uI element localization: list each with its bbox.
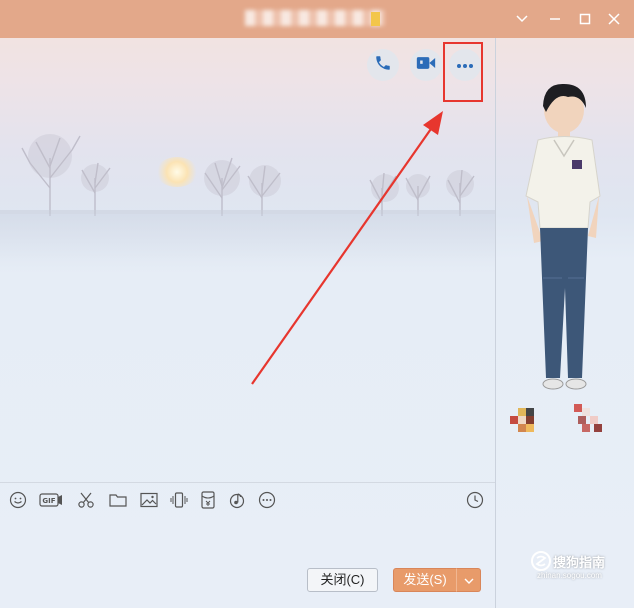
avatar-figure [510, 83, 602, 432]
clock-icon[interactable] [464, 489, 486, 511]
minimize-icon[interactable] [545, 9, 565, 29]
send-options-button[interactable] [456, 568, 481, 592]
image-icon[interactable] [138, 489, 160, 511]
close-button[interactable]: 关闭(C) [307, 568, 378, 592]
snow-field [0, 214, 495, 274]
video-camera-icon [416, 55, 436, 76]
title-bar[interactable] [0, 0, 634, 38]
maximize-icon[interactable] [575, 9, 595, 29]
close-icon[interactable] [604, 9, 624, 29]
watermark-text: 搜狗指南 [553, 555, 606, 570]
sogou-logo-icon [531, 551, 551, 571]
chat-background-scenery [0, 38, 495, 608]
input-toolbar: GIF [0, 485, 495, 515]
watermark-url: zhinan.sogou.com [537, 571, 602, 580]
phone-icon [374, 54, 392, 77]
red-packet-icon[interactable] [197, 489, 219, 511]
vibrate-icon[interactable] [168, 489, 190, 511]
gif-icon[interactable]: GIF [38, 489, 64, 511]
annotation-highlight-box [443, 42, 483, 102]
contact-name-blurred [245, 10, 385, 26]
input-divider [0, 482, 495, 483]
contact-badge [371, 12, 380, 26]
voice-call-button[interactable] [367, 49, 399, 81]
music-icon[interactable] [226, 489, 248, 511]
send-button[interactable]: 发送(S) [393, 568, 457, 592]
folder-icon[interactable] [107, 489, 129, 511]
more-circle-icon[interactable] [256, 489, 278, 511]
scissors-icon[interactable] [75, 489, 97, 511]
avatar-panel [496, 38, 634, 608]
video-call-button[interactable] [410, 49, 442, 81]
chevron-down-icon [464, 572, 474, 587]
smiley-icon[interactable] [7, 489, 29, 511]
chevron-down-icon[interactable] [512, 9, 532, 29]
svg-text:GIF: GIF [42, 497, 55, 505]
chat-window: GIF 关闭(C) 发送(S) 搜狗指南 zhinan.sogou.com [0, 0, 634, 608]
watermark: 搜狗指南 zhinan.sogou.com [527, 550, 627, 586]
